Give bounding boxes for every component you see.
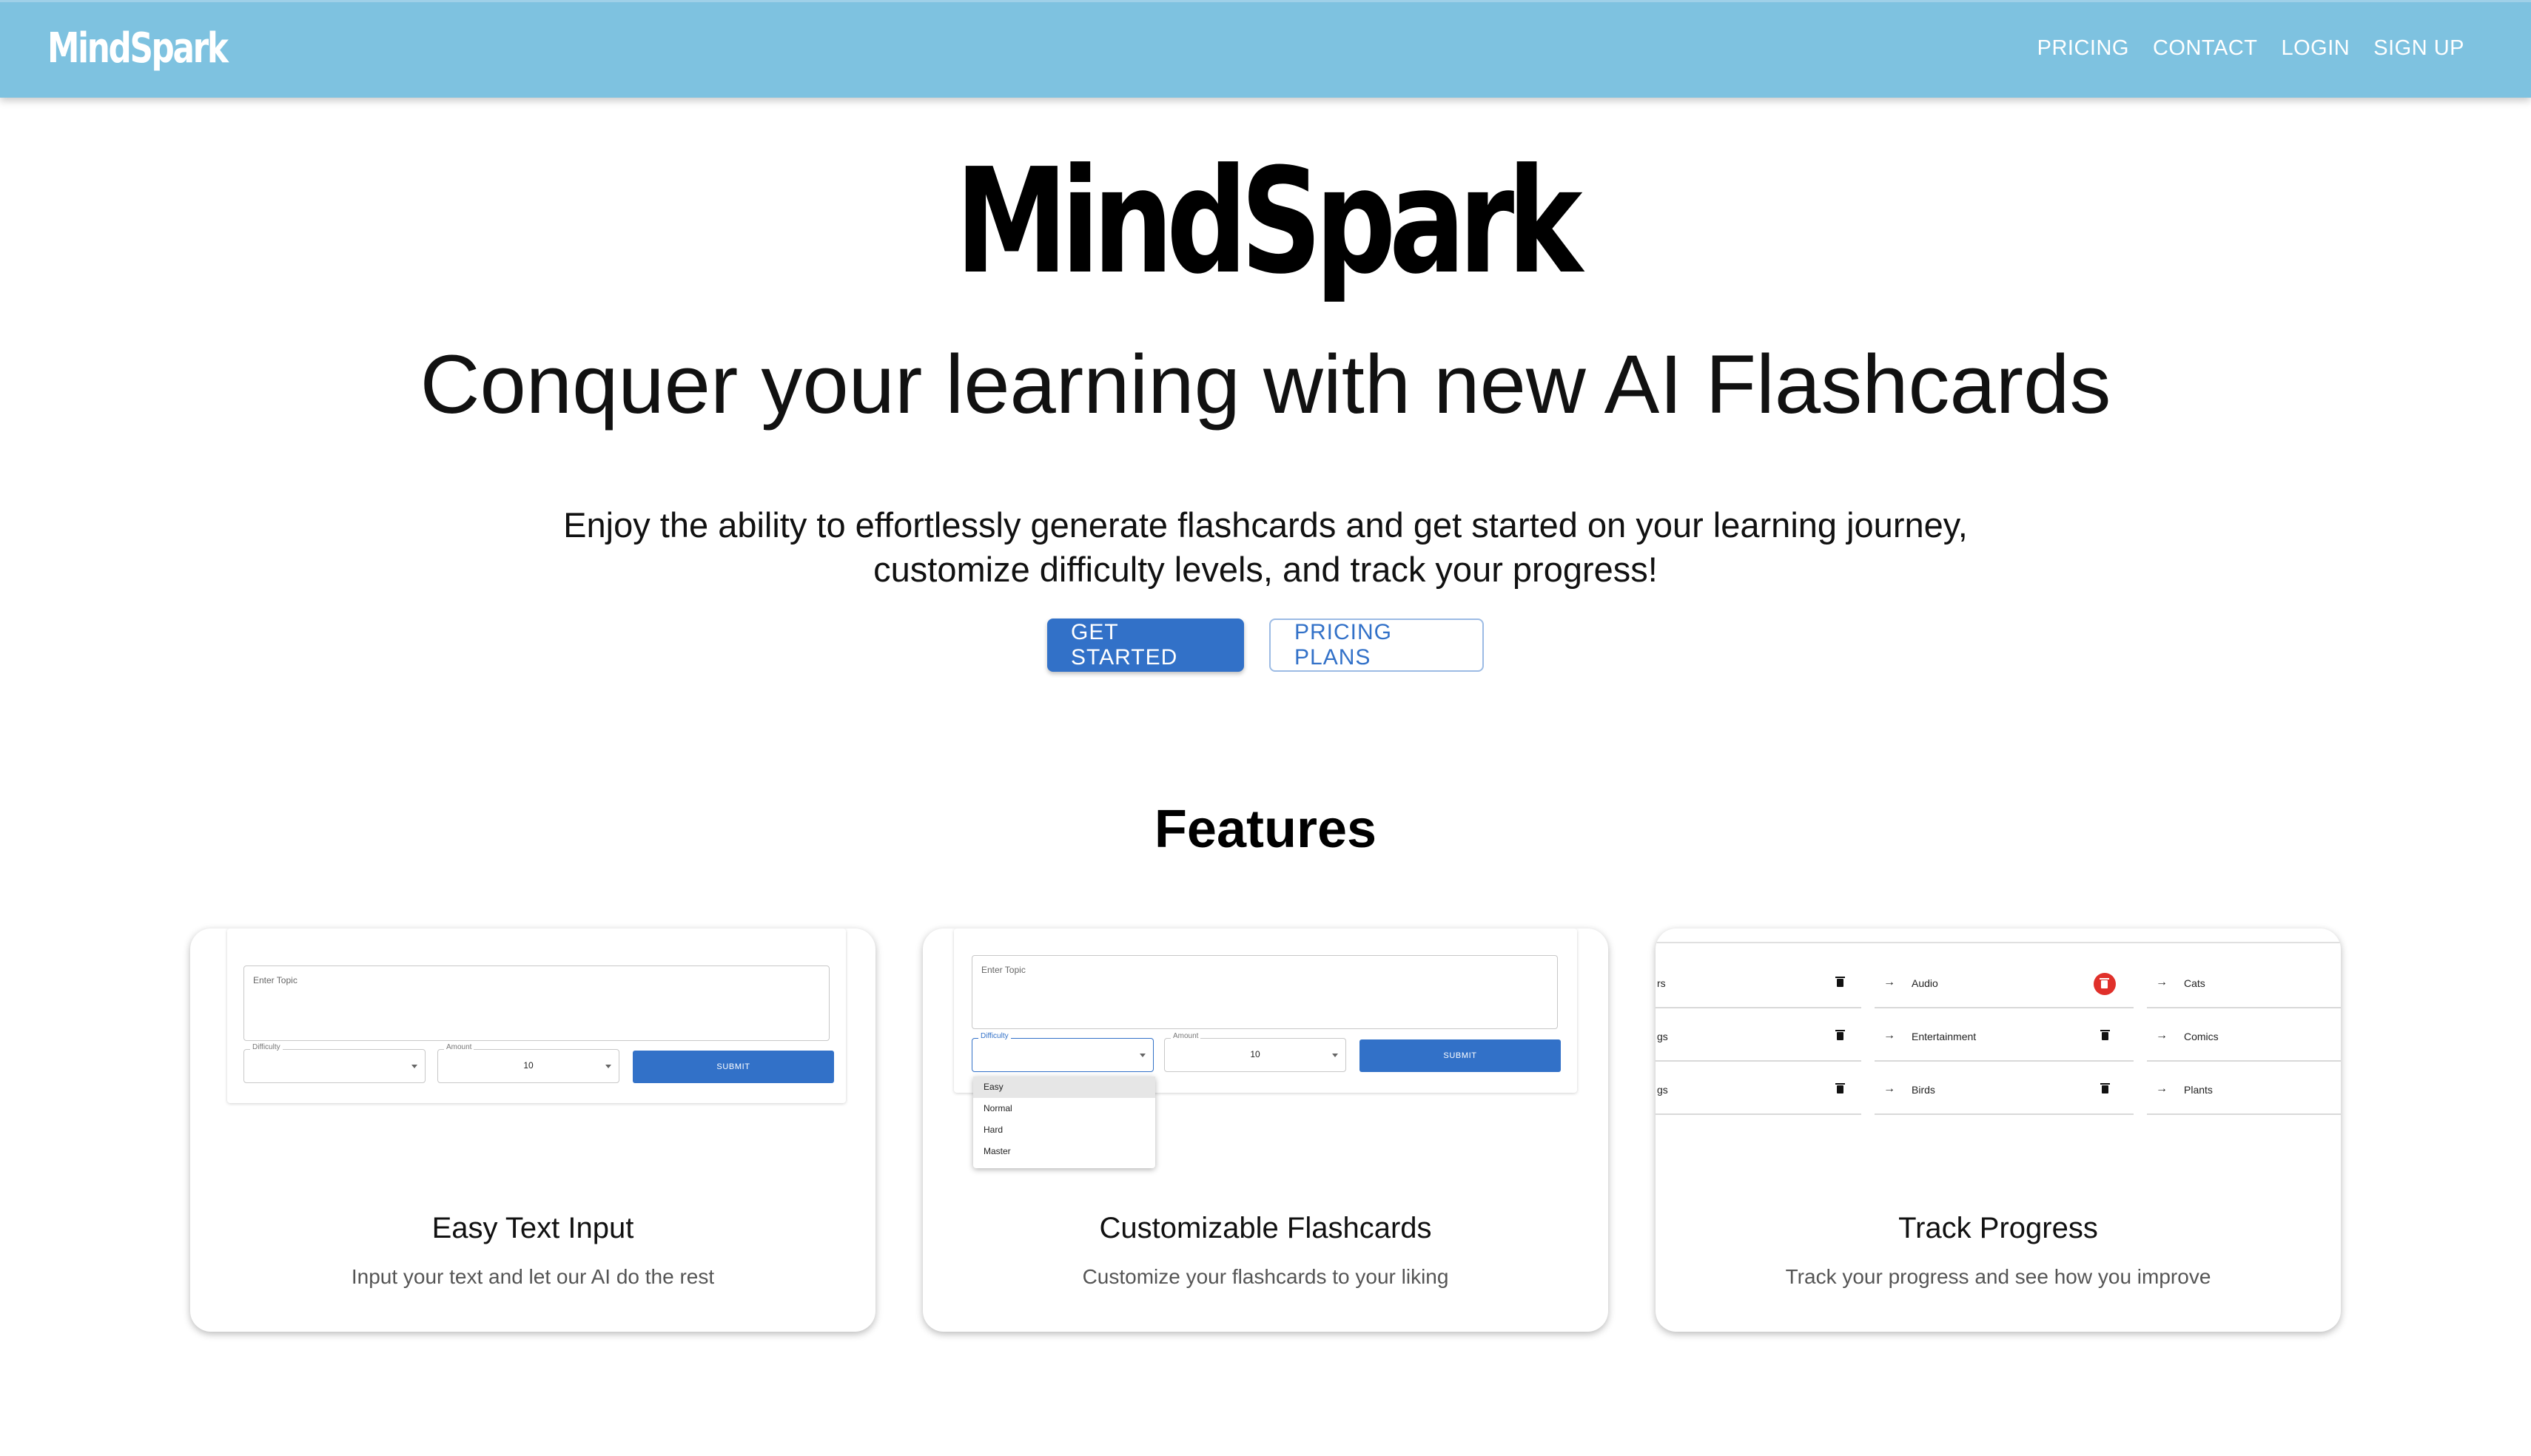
- chevron-down-icon: [1332, 1054, 1338, 1057]
- chevron-down-icon: [605, 1065, 611, 1068]
- progress-label: Entertainment: [1912, 1031, 1977, 1042]
- hero-subtitle: Enjoy the ability to effortlessly genera…: [563, 505, 1968, 589]
- topic-input: Enter Topic: [972, 955, 1558, 1029]
- nav-pricing-link[interactable]: PRICING: [2037, 36, 2129, 61]
- progress-row: → Comics: [2147, 1016, 2341, 1062]
- progress-label: Birds: [1912, 1084, 1935, 1096]
- amount-label: Amount: [444, 1043, 474, 1051]
- card-description: Customize your flashcards to your liking: [1082, 1265, 1449, 1288]
- progress-row: → Entertainment: [1875, 1016, 2134, 1062]
- trash-icon: [1835, 977, 1845, 987]
- feature-card-customizable: Enter Topic Difficulty Amount 10 SUBMIT …: [923, 928, 1608, 1332]
- progress-row: → Birds: [1875, 1069, 2134, 1115]
- amount-value: 10: [1250, 1049, 1260, 1059]
- card-title: Customizable Flashcards: [1099, 1212, 1432, 1244]
- arrow-right-icon: →: [1883, 976, 1895, 988]
- arrow-right-icon: →: [2156, 1029, 2168, 1042]
- pricing-plans-button[interactable]: PRICING PLANS: [1269, 619, 1484, 672]
- hero-title: Conquer your learning with new AI Flashc…: [420, 338, 2111, 431]
- hero-logo: MindSpark: [955, 138, 1583, 306]
- nav-signup-link[interactable]: SIGN UP: [2373, 36, 2464, 61]
- amount-select: Amount 10: [437, 1043, 619, 1083]
- progress-label: Cats: [2184, 977, 2205, 989]
- nav-login-link[interactable]: LOGIN: [2282, 36, 2350, 61]
- card-title: Track Progress: [1898, 1212, 2098, 1244]
- difficulty-label: Difficulty: [250, 1043, 283, 1051]
- dropdown-option: Normal: [984, 1103, 1012, 1113]
- dropdown-option: Hard: [984, 1125, 1004, 1135]
- topic-placeholder: Enter Topic: [253, 975, 298, 985]
- get-started-button[interactable]: GET STARTED: [1047, 619, 1244, 672]
- hero-actions: GET STARTED PRICING PLANS: [0, 619, 2531, 672]
- progress-row: rs: [1656, 963, 1861, 1008]
- trash-icon: [2100, 1083, 2110, 1093]
- delete-active-icon: [2094, 973, 2116, 995]
- topic-input: Enter Topic: [243, 965, 830, 1041]
- arrow-right-icon: →: [1883, 1082, 1895, 1095]
- amount-select: Amount 10: [1164, 1032, 1346, 1072]
- progress-label: Plants: [2184, 1084, 2213, 1096]
- difficulty-select-open: Difficulty: [972, 1032, 1154, 1072]
- submit-button-preview: SUBMIT: [633, 1051, 834, 1083]
- brand-logo[interactable]: MindSpark: [47, 24, 229, 73]
- progress-row: gs: [1656, 1016, 1861, 1062]
- topic-placeholder: Enter Topic: [981, 965, 1026, 975]
- customize-preview: Enter Topic Difficulty Amount 10 SUBMIT: [954, 928, 1577, 1093]
- difficulty-select: Difficulty: [243, 1043, 426, 1083]
- dropdown-option: Master: [984, 1146, 1011, 1156]
- card-description: Input your text and let our AI do the re…: [351, 1265, 715, 1288]
- progress-row: → Cats: [2147, 963, 2341, 1008]
- feature-card-text-input: Enter Topic Difficulty Amount 10 SUBMIT …: [190, 928, 875, 1332]
- trash-icon: [2100, 978, 2109, 988]
- text-input-preview: Enter Topic Difficulty Amount 10 SUBMIT: [227, 928, 846, 1103]
- dropdown-option: Easy: [973, 1076, 1155, 1098]
- difficulty-dropdown: Easy Normal Hard Master: [973, 1076, 1155, 1168]
- trash-icon: [2100, 1030, 2110, 1040]
- amount-label: Amount: [1171, 1032, 1201, 1040]
- progress-label: Audio: [1912, 977, 1938, 989]
- progress-label: rs: [1657, 977, 1666, 989]
- progress-label: Comics: [2184, 1031, 2219, 1042]
- difficulty-label: Difficulty: [978, 1032, 1011, 1040]
- submit-button-preview: SUBMIT: [1359, 1039, 1561, 1072]
- arrow-right-icon: →: [2156, 976, 2168, 988]
- progress-row: → Plants: [2147, 1069, 2341, 1115]
- arrow-right-icon: →: [1883, 1029, 1895, 1042]
- trash-icon: [1835, 1083, 1845, 1093]
- divider: [1656, 942, 2341, 943]
- card-title: Easy Text Input: [431, 1212, 634, 1244]
- app-bar: MindSpark PRICING CONTACT LOGIN SIGN UP: [0, 0, 2531, 98]
- top-nav: PRICING CONTACT LOGIN SIGN UP: [2037, 36, 2464, 61]
- chevron-down-icon: [1140, 1054, 1146, 1057]
- feature-card-track-progress: rs gs gs → Audio → Entertainment → Birds…: [1656, 928, 2341, 1332]
- nav-contact-link[interactable]: CONTACT: [2153, 36, 2258, 61]
- arrow-right-icon: →: [2156, 1082, 2168, 1095]
- progress-row: → Audio: [1875, 963, 2134, 1008]
- chevron-down-icon: [411, 1065, 417, 1068]
- amount-value: 10: [523, 1060, 534, 1071]
- progress-label: gs: [1657, 1031, 1668, 1042]
- progress-row: gs: [1656, 1069, 1861, 1115]
- card-description: Track your progress and see how you impr…: [1785, 1265, 2211, 1288]
- features-heading: Features: [1154, 800, 1377, 859]
- trash-icon: [1835, 1030, 1845, 1040]
- progress-label: gs: [1657, 1084, 1668, 1096]
